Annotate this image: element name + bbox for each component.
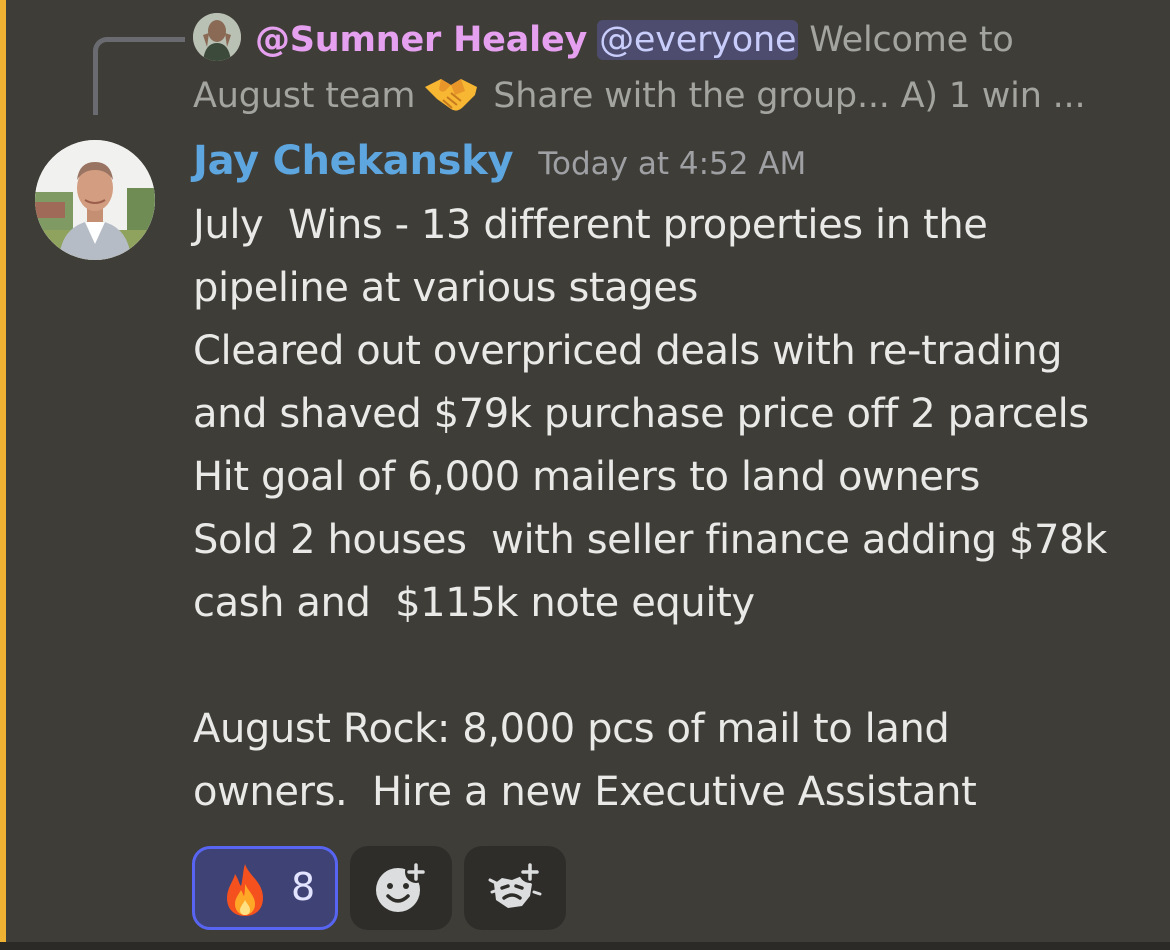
message-line: owners. Hire a new Executive Assistant	[193, 769, 977, 815]
fire-reaction-button[interactable]: 8	[192, 846, 338, 930]
reply-avatar[interactable]	[193, 13, 241, 61]
message-header: Jay Chekansky Today at 4:52 AM	[193, 138, 806, 184]
author-avatar[interactable]	[35, 140, 155, 260]
message-line: Hit goal of 6,000 mailers to land owners	[193, 454, 980, 500]
message-line: and shaved $79k purchase price off 2 par…	[193, 391, 1089, 437]
author-name[interactable]: Jay Chekansky	[193, 138, 514, 184]
message-line: pipeline at various stages	[193, 265, 698, 311]
message-line: August Rock: 8,000 pcs of mail to land	[193, 706, 950, 752]
everyone-mention[interactable]: @everyone	[597, 20, 799, 60]
reply-text: Welcome to	[809, 20, 1014, 60]
message-line: Cleared out overpriced deals with re-tra…	[193, 328, 1063, 374]
add-super-reaction-button[interactable]	[464, 846, 566, 930]
add-reaction-button[interactable]	[350, 846, 452, 930]
message-divider	[0, 942, 1170, 950]
reply-text-team: August team	[193, 76, 416, 116]
message-content: July Wins - 13 different properties in t…	[193, 194, 1153, 824]
reply-text-rest: Share with the group... A) 1 win ...	[493, 76, 1086, 116]
reaction-count: 8	[291, 865, 316, 909]
mention-highlight-bar	[0, 0, 6, 942]
fire-icon	[219, 862, 271, 918]
add-super-reaction-icon	[488, 861, 542, 914]
message-timestamp[interactable]: Today at 4:52 AM	[538, 146, 806, 182]
message-line: Sold 2 houses with seller finance adding…	[193, 517, 1107, 563]
add-reaction-icon	[374, 861, 428, 914]
message-line-blank	[193, 635, 1153, 698]
message-line: July Wins - 13 different properties in t…	[193, 202, 988, 248]
message-line: cash and $115k note equity	[193, 580, 755, 626]
reply-spine	[93, 37, 185, 115]
handshake-emoji-icon	[423, 73, 479, 115]
reply-author[interactable]: @Sumner Healey	[255, 20, 587, 60]
reply-preview[interactable]: @Sumner Healey @everyone Welcome to Augus…	[193, 12, 1153, 124]
